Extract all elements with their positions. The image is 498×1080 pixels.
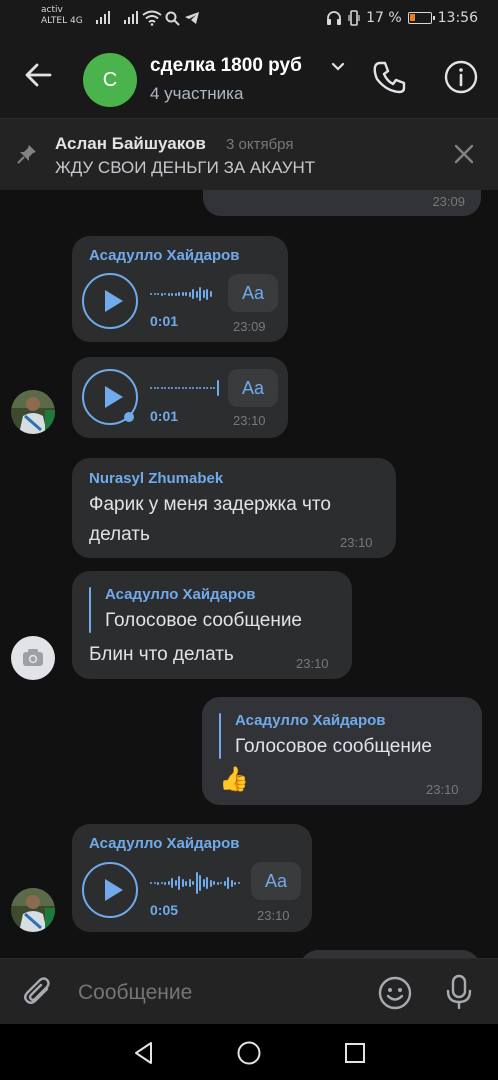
system-nav-bar <box>0 1024 498 1080</box>
sender-name[interactable]: Nurasyl Zhumabek <box>89 470 223 487</box>
transcribe-button[interactable]: Aa <box>228 369 278 407</box>
message-bubble-outgoing-partial[interactable] <box>300 950 480 958</box>
nav-home-icon[interactable] <box>236 1040 262 1066</box>
status-bar: activ ALTEL 4G 17 % 13:56 <box>0 0 498 40</box>
message-time: 23:09 <box>233 319 266 334</box>
message-composer <box>0 958 498 1024</box>
voice-message[interactable]: 0:01 Aa 23:10 <box>72 357 288 438</box>
search-icon <box>165 11 180 26</box>
carrier-name: activ <box>41 5 63 15</box>
sender-name[interactable]: Асадулло Хайдаров <box>89 835 240 852</box>
network-type: ALTEL 4G <box>41 16 83 26</box>
voice-message[interactable]: Асадулло Хайдаров 0:01 Aa 23:09 <box>72 236 288 342</box>
voice-message[interactable]: Асадулло Хайдаров 0:05 Aa 23:10 <box>72 824 312 932</box>
quote-author[interactable]: Асадулло Хайдаров <box>235 712 386 729</box>
play-button[interactable] <box>82 273 138 329</box>
wifi-icon <box>142 10 162 26</box>
status-right: 17 % 13:56 <box>326 10 478 26</box>
avatar[interactable] <box>11 888 55 932</box>
pin-icon <box>17 145 36 164</box>
avatar[interactable] <box>11 390 55 434</box>
play-button[interactable] <box>82 862 138 918</box>
quote-bar <box>219 713 221 759</box>
paperclip-icon[interactable] <box>22 975 56 1009</box>
message-text-line2: делать <box>89 524 150 545</box>
quote-text[interactable]: Голосовое сообщение <box>105 610 302 632</box>
vibrate-icon <box>348 10 360 26</box>
telegram-icon <box>185 12 199 24</box>
message-bubble-outgoing[interactable]: 🤣🤣 23:09 <box>203 190 481 216</box>
message-time: 23:10 <box>340 535 373 550</box>
chat-title[interactable]: сделка 1800 руб <box>150 55 302 77</box>
unplayed-indicator <box>124 412 134 422</box>
message-time: 23:10 <box>426 782 459 797</box>
emoji-icon[interactable] <box>377 975 413 1011</box>
camera-icon <box>23 649 43 666</box>
text-message[interactable]: Nurasyl Zhumabek Фарик у меня задержка ч… <box>72 458 396 558</box>
voice-duration: 0:05 <box>150 902 179 918</box>
pinned-text: ЖДУ СВОИ ДЕНЬГИ ЗА АКАУНТ <box>55 158 316 177</box>
battery-percent: 17 % <box>366 10 402 26</box>
phone-icon[interactable] <box>371 59 407 95</box>
signal-icon <box>96 11 110 24</box>
battery-icon <box>407 12 435 24</box>
carrier-label: activ ALTEL 4G <box>41 5 83 27</box>
waveform[interactable] <box>150 376 219 400</box>
message-list[interactable]: 🤣🤣 23:09 Асадулло Хайдаров 0:01 Aa 23:09… <box>0 190 498 958</box>
pinned-date: 3 октября <box>226 136 294 153</box>
voice-duration: 0:01 <box>150 313 179 329</box>
transcribe-button[interactable]: Aa <box>228 274 278 312</box>
chat-avatar[interactable]: С <box>83 53 137 107</box>
message-input[interactable] <box>78 978 368 1008</box>
message-text-line1: Фарик у меня задержка что <box>89 494 331 515</box>
user-photo <box>11 888 55 932</box>
user-photo <box>11 390 55 434</box>
signal-icon-2 <box>124 11 138 24</box>
emoji-text: 🤣🤣 <box>219 190 274 192</box>
back-arrow-icon[interactable] <box>22 58 56 92</box>
close-icon[interactable] <box>452 142 476 166</box>
transcribe-button[interactable]: Aa <box>251 862 301 900</box>
message-time: 23:10 <box>233 413 266 428</box>
reply-message-outgoing[interactable]: Асадулло Хайдаров Голосовое сообщение 👍 … <box>202 697 482 805</box>
info-icon[interactable] <box>443 59 479 95</box>
headphones-icon <box>327 11 342 25</box>
microphone-icon[interactable] <box>441 973 477 1011</box>
message-text: Блин что делать <box>89 644 234 665</box>
quote-bar <box>89 587 91 633</box>
pinned-message[interactable]: Аслан Байшуаков 3 октября ЖДУ СВОИ ДЕНЬГ… <box>0 118 498 190</box>
message-time: 23:09 <box>432 194 465 209</box>
thumbs-up-emoji: 👍 <box>219 766 249 793</box>
nav-recent-icon[interactable] <box>342 1040 368 1066</box>
chat-header: С сделка 1800 руб 4 участника <box>0 40 498 118</box>
waveform[interactable] <box>150 871 240 895</box>
sender-name[interactable]: Асадулло Хайдаров <box>89 247 240 264</box>
waveform[interactable] <box>150 282 212 306</box>
voice-duration: 0:01 <box>150 408 179 424</box>
message-time: 23:10 <box>257 908 290 923</box>
chat-subtitle: 4 участника <box>150 84 244 103</box>
nav-back-icon[interactable] <box>131 1040 157 1066</box>
quote-text[interactable]: Голосовое сообщение <box>235 736 432 758</box>
message-time: 23:10 <box>296 656 329 671</box>
avatar[interactable] <box>11 636 55 680</box>
reply-message[interactable]: Асадулло Хайдаров Голосовое сообщение Бл… <box>72 571 352 679</box>
pinned-author: Аслан Байшуаков <box>55 134 206 153</box>
clock: 13:56 <box>437 10 478 26</box>
quote-author[interactable]: Асадулло Хайдаров <box>105 586 256 603</box>
chevron-down-icon[interactable] <box>330 59 346 75</box>
